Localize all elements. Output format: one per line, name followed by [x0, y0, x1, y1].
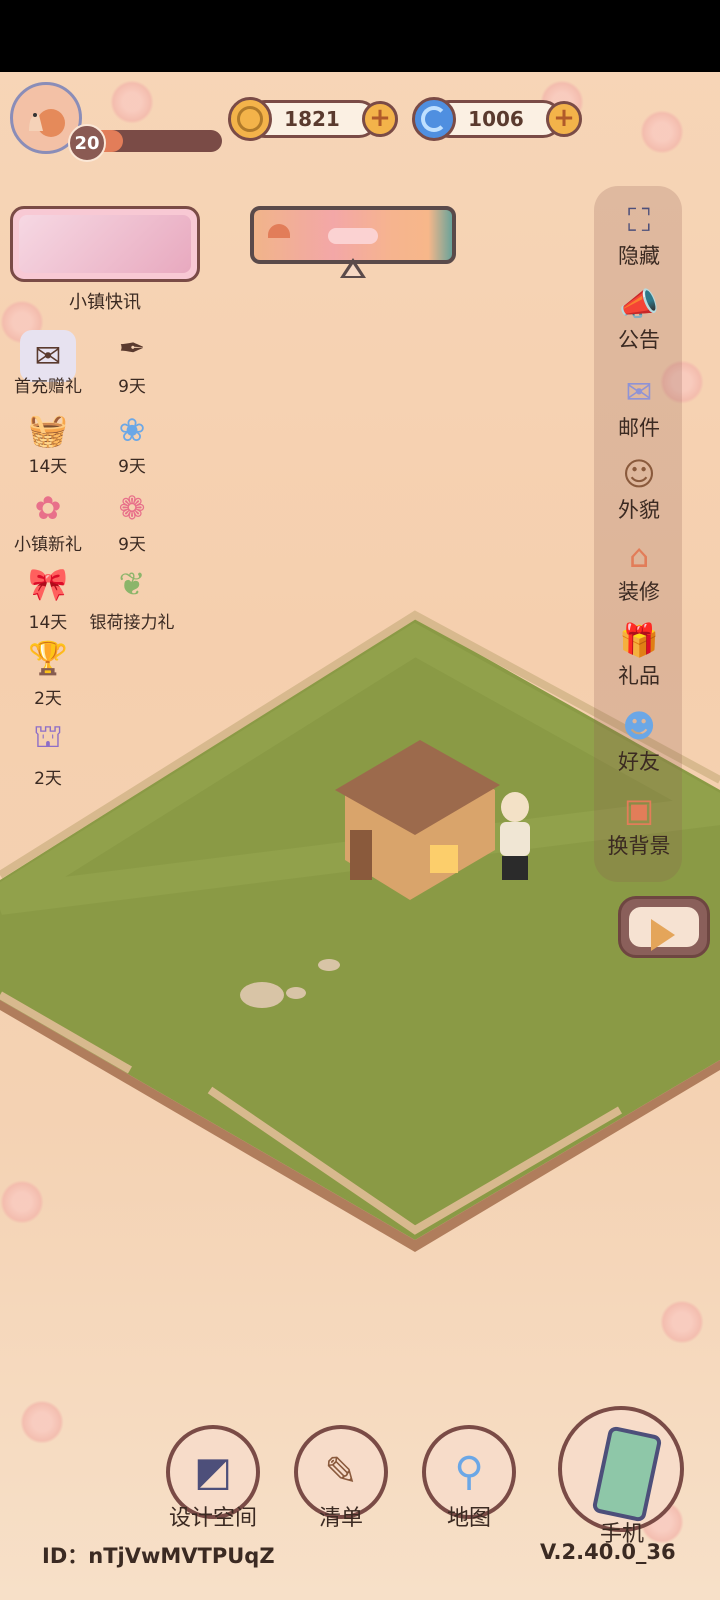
expand-play-button[interactable] — [618, 896, 710, 958]
level-badge: 20 — [68, 124, 106, 162]
weather-timeline[interactable] — [250, 206, 456, 264]
appearance-button[interactable]: ☺ 外貌 — [604, 450, 674, 534]
gem-counter: 1006 + — [412, 97, 586, 141]
frame-icon: ⛶ — [627, 200, 651, 239]
blue-flower-box-icon[interactable]: ❀ — [104, 404, 160, 456]
hide-ui-button[interactable]: ⛶ 隐藏 — [604, 196, 674, 280]
sun-icon — [268, 224, 290, 238]
glass-dome-icon[interactable]: ⛫ — [20, 712, 76, 764]
swirl-gem-icon — [412, 97, 456, 141]
version-text: V.2.40.0_36 — [540, 1540, 676, 1564]
time-marker-icon — [340, 258, 366, 278]
map-pin-icon: ⚲ — [454, 1449, 484, 1495]
friends-button[interactable]: ☻ 好友 — [604, 702, 674, 786]
add-coin-button[interactable]: + — [362, 101, 398, 137]
event-label: 2天 — [34, 689, 62, 709]
play-icon — [651, 919, 675, 951]
event-label: 2天 — [34, 769, 62, 789]
event-label: 银荷接力礼 — [89, 613, 175, 633]
gift-button[interactable]: 🎁 礼品 — [604, 616, 674, 700]
pink-bow-icon[interactable]: ❁ — [104, 482, 160, 534]
design-icon: ◩ — [194, 1449, 232, 1495]
decorate-button[interactable]: ⌂ 装修 — [604, 532, 674, 616]
flower-decoration — [20, 1400, 64, 1444]
event-label: 9天 — [118, 377, 146, 397]
menu-label: 装修 — [618, 580, 660, 604]
event-label: 9天 — [118, 457, 146, 477]
ribbon-icon[interactable]: 🎀 — [20, 558, 76, 610]
announcement-button[interactable]: 📣 公告 — [604, 280, 674, 364]
event-label: 9天 — [118, 535, 146, 555]
mail-button[interactable]: ✉ 邮件 — [604, 368, 674, 452]
lotus-icon[interactable]: ❦ — [104, 558, 160, 610]
nav-label: 清单 — [318, 1506, 363, 1531]
event-label: 14天 — [28, 613, 68, 633]
flower-decoration — [110, 80, 154, 124]
town-news-label: 小镇快讯 — [69, 292, 141, 313]
menu-label: 好友 — [618, 750, 660, 774]
player-id: ID：nTjVwMVTPUqZ — [42, 1544, 275, 1568]
menu-label: 外貌 — [618, 498, 660, 522]
menu-label: 换背景 — [607, 834, 671, 858]
change-background-button[interactable]: ▣ 换背景 — [604, 786, 674, 870]
coin-icon — [228, 97, 272, 141]
event-label: 14天 — [28, 457, 68, 477]
list-icon: ✎ — [324, 1449, 358, 1495]
mail-icon: ✉ — [625, 373, 653, 411]
basket-icon[interactable]: 🧺 — [20, 404, 76, 456]
trophy-icon[interactable]: 🏆 — [20, 632, 76, 684]
player-character[interactable] — [498, 792, 532, 888]
phone-icon — [591, 1425, 663, 1523]
event-label: 小镇新礼 — [14, 535, 82, 555]
phone-button[interactable] — [558, 1406, 684, 1532]
coin-counter: 1821 + — [228, 97, 402, 141]
flower-decoration — [660, 1300, 704, 1344]
gift-icon: 🎁 — [619, 621, 659, 659]
status-bar — [0, 0, 720, 72]
add-gem-button[interactable]: + — [546, 101, 582, 137]
face-icon: ☺ — [622, 455, 656, 493]
nav-label: 设计空间 — [168, 1506, 257, 1531]
menu-label: 礼品 — [618, 664, 660, 688]
event-label: 首充赠礼 — [14, 377, 82, 397]
nav-label: 地图 — [446, 1506, 491, 1531]
rose-badge-icon[interactable]: ✿ — [20, 482, 76, 534]
megaphone-icon: 📣 — [619, 285, 659, 323]
friend-book-icon: ☻ — [622, 707, 656, 745]
flower-decoration — [640, 110, 684, 154]
town-news-card[interactable] — [10, 206, 200, 282]
background-icon: ▣ — [623, 791, 655, 829]
menu-label: 公告 — [618, 328, 660, 352]
snail-icon — [29, 109, 65, 137]
menu-label: 隐藏 — [618, 244, 660, 268]
menu-label: 邮件 — [618, 416, 660, 440]
room-thumbnail — [19, 215, 191, 273]
house-wrench-icon: ⌂ — [628, 537, 650, 575]
cloud-icon — [328, 228, 378, 244]
letter-quill-icon[interactable]: ✒ — [104, 322, 160, 374]
